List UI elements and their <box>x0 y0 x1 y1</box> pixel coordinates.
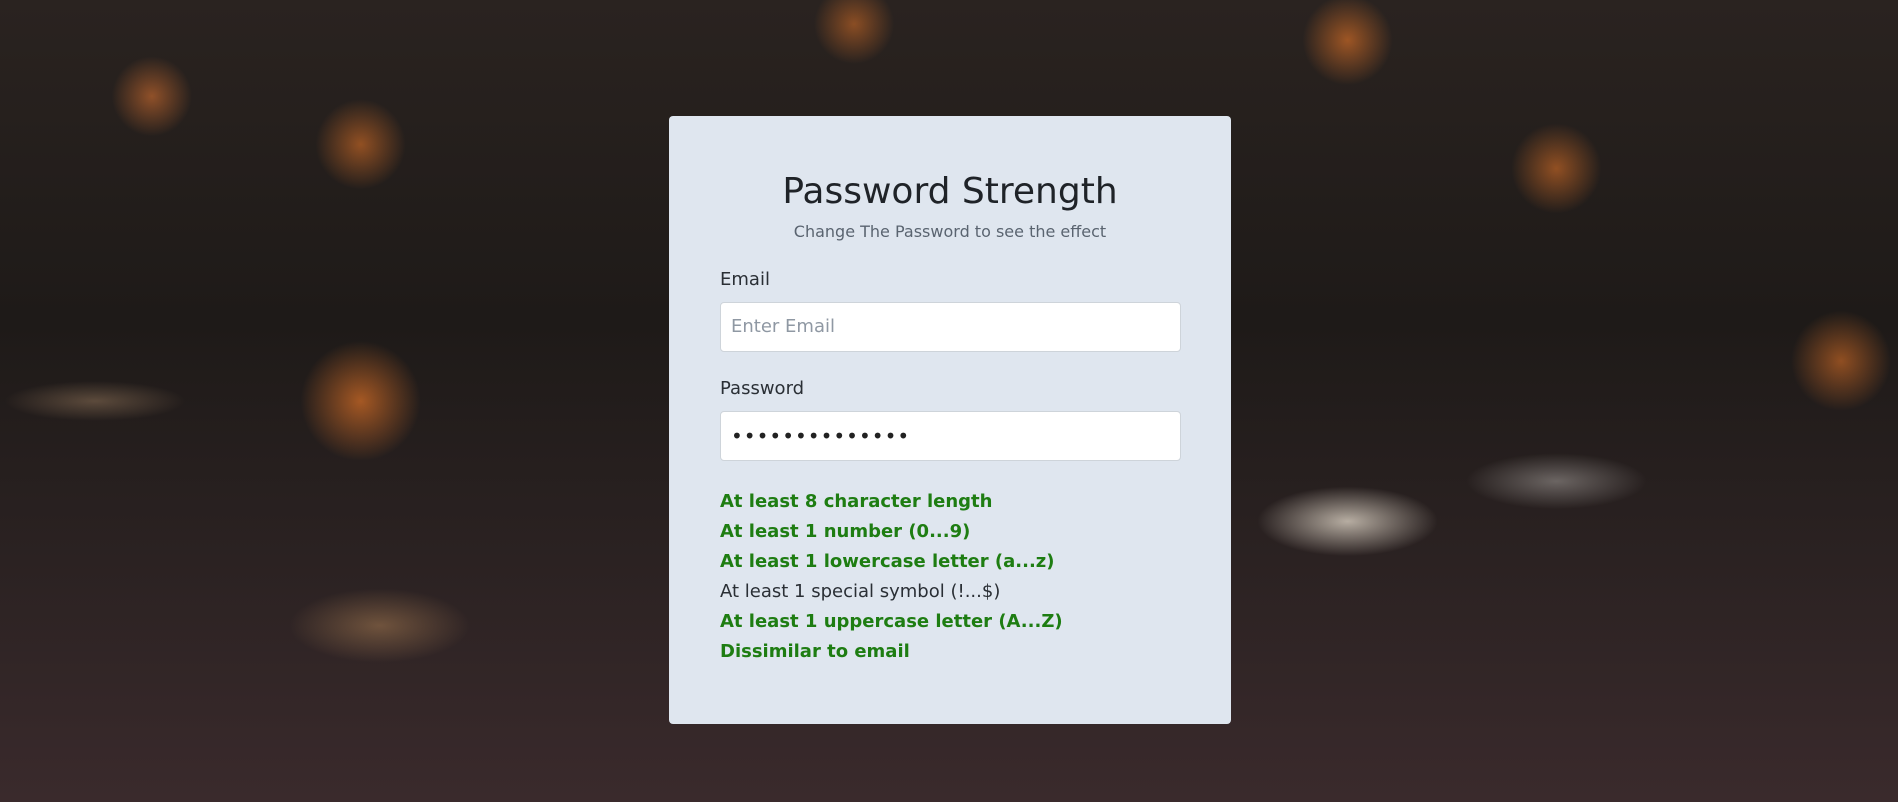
rule-special-symbol: At least 1 special symbol (!...$) <box>720 580 1001 602</box>
email-field[interactable] <box>720 301 1181 352</box>
email-label: Email <box>720 268 770 290</box>
page-subtitle: Change The Password to see the effect <box>793 221 1107 241</box>
rule-lowercase: At least 1 lowercase letter (a...z) <box>720 550 1055 572</box>
password-field[interactable] <box>720 410 1181 461</box>
password-strength-card: Password Strength Change The Password to… <box>669 116 1231 724</box>
password-label: Password <box>720 377 805 399</box>
rule-min-length: At least 8 character length <box>720 490 993 512</box>
rule-number: At least 1 number (0...9) <box>720 520 971 542</box>
page-title: Password Strength <box>782 171 1118 212</box>
password-rules-list: At least 8 character length At least 1 n… <box>720 487 1180 667</box>
rule-uppercase: At least 1 uppercase letter (A...Z) <box>720 610 1063 632</box>
rule-dissimilar-email: Dissimilar to email <box>720 640 910 662</box>
